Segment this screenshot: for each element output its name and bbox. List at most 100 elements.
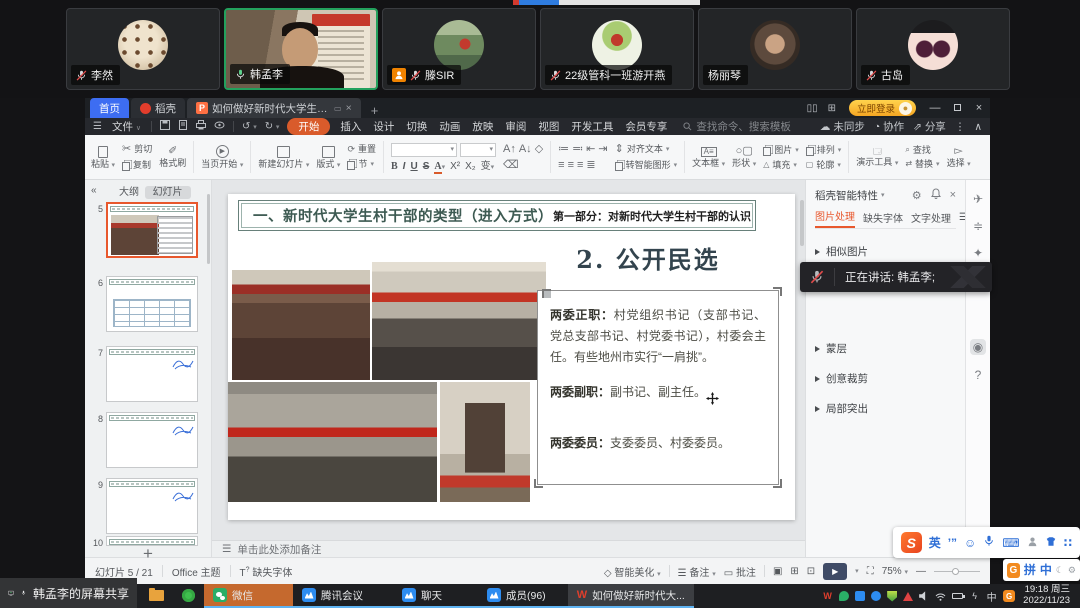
align-center-icon[interactable]: ≡	[568, 160, 574, 171]
taskbar-tencent-meeting[interactable]: 腾讯会议	[293, 584, 393, 608]
reading-view-icon[interactable]: ⊡	[807, 566, 815, 577]
slide-thumb-9[interactable]: 9	[89, 478, 198, 534]
play-slideshow-button[interactable]: ▶	[823, 563, 847, 580]
g-logo-icon[interactable]: G	[1007, 563, 1020, 578]
grid-view-icon[interactable]: ⊞	[828, 103, 836, 114]
textbox-button[interactable]: A≡文本框 ▾	[692, 147, 725, 168]
underline-button[interactable]: U	[410, 162, 417, 172]
slide-thumb-6[interactable]: 6	[89, 276, 198, 332]
menu-design[interactable]: 设计	[371, 119, 396, 134]
slide-photo-building-gathering[interactable]	[228, 382, 437, 502]
play-from-current-button[interactable]: ▶当页开始 ▾	[201, 145, 243, 169]
sync-status[interactable]: ☁ 未同步	[820, 119, 865, 134]
comments-button[interactable]: ▭ 批注	[724, 564, 756, 579]
missing-font-indicator[interactable]: T? 缺失字体	[240, 564, 293, 579]
tray-shield-icon[interactable]	[887, 591, 897, 602]
font-color-button[interactable]: A▾	[434, 162, 445, 172]
export-icon[interactable]	[178, 120, 188, 133]
video-tile-liran[interactable]: 李然	[66, 8, 220, 90]
restore-button[interactable]	[946, 102, 968, 114]
arrange-button[interactable]: 排列 ▾	[806, 145, 842, 156]
video-tile-tengsir[interactable]: 滕SIR	[382, 8, 536, 90]
preview-icon[interactable]	[214, 120, 225, 133]
zoom-level[interactable]: 75% ▾	[882, 566, 908, 577]
emoji-icon[interactable]: ☺	[964, 537, 976, 549]
command-search-box[interactable]: 查找命令、搜索模板	[683, 119, 791, 134]
play-options-caret[interactable]: ▾	[855, 567, 859, 575]
hamburger-icon[interactable]: ☰	[93, 121, 102, 132]
tab-text-processing[interactable]: 文字处理	[911, 210, 951, 225]
menu-slideshow[interactable]: 放映	[470, 119, 495, 134]
sogou-logo-icon[interactable]: S	[901, 532, 922, 553]
gear-icon[interactable]: ⚙	[912, 189, 922, 202]
outdent-icon[interactable]: ⇥	[598, 144, 607, 155]
share-button[interactable]: ⇗ 分享	[913, 119, 946, 134]
tab-outline[interactable]: 大纲	[119, 187, 139, 198]
to-smartart-button[interactable]: 转智能图形 ▾	[615, 160, 678, 171]
toolbox-icon[interactable]: ∷	[1064, 537, 1072, 549]
indent-icon[interactable]: ⇤	[586, 144, 595, 155]
cut-button[interactable]: ✂剪切	[122, 144, 152, 155]
collab-button[interactable]: ◔ 协作	[874, 119, 904, 134]
superscript-button[interactable]: X²	[450, 162, 460, 172]
paste-button[interactable]: 粘贴 ▾	[91, 146, 115, 169]
present-tools-button[interactable]: 🗔演示工具 ▾	[856, 148, 898, 167]
tab-home[interactable]: 首页	[90, 98, 129, 118]
replace-button[interactable]: ⇄替换 ▾	[905, 160, 939, 169]
notes-bar[interactable]: ☰ 单击此处添加备注	[212, 540, 805, 557]
slide-thumb-8[interactable]: 8	[89, 412, 198, 468]
collapse-panel-icon[interactable]: «	[91, 185, 97, 196]
reset-button[interactable]: ⟳重置	[347, 145, 376, 154]
clear-format-icon[interactable]: ⌫	[503, 160, 519, 171]
zoom-out-button[interactable]: —	[916, 566, 926, 577]
menu-member[interactable]: 会员专享	[623, 119, 669, 134]
outline-button[interactable]: ▢轮廓 ▾	[806, 161, 842, 170]
align-right-icon[interactable]: ≡	[577, 160, 583, 171]
video-tile-yangliqin[interactable]: 杨丽琴	[698, 8, 852, 90]
taskbar-wechat[interactable]: 微信	[204, 584, 293, 608]
screen-share-banner[interactable]: 韩孟李的屏幕共享	[0, 578, 137, 608]
punctuation-icon[interactable]: ’”	[948, 537, 957, 549]
slide-thumb-5[interactable]: 5	[89, 202, 198, 258]
align-text-button[interactable]: ⇕对齐文本 ▾	[615, 144, 678, 155]
shapes-button[interactable]: ○▢形状 ▾	[732, 146, 756, 168]
video-tile-hanmengli[interactable]: 韩孟李	[224, 8, 378, 90]
normal-view-icon[interactable]: ▣	[773, 566, 782, 577]
add-slide-button[interactable]: +	[85, 544, 211, 564]
taskbar-wps-document[interactable]: W 如何做好新时代大...	[568, 584, 694, 608]
numbered-list-icon[interactable]: ≕	[572, 144, 583, 155]
tray-hook-icon[interactable]: ϟ	[969, 591, 980, 601]
sparkle-icon[interactable]: ✦	[973, 246, 983, 260]
tools-icon[interactable]: ⚙	[1068, 566, 1076, 575]
minimize-button[interactable]: —	[924, 102, 946, 114]
moon-icon[interactable]: ☾	[1056, 566, 1064, 575]
fit-slide-icon[interactable]: ⛶	[867, 566, 874, 577]
tray-ime-zhong-icon[interactable]: 中	[986, 589, 997, 604]
slide[interactable]: 一、新时代大学生村干部的类型（进入方式） 第一部分：对新时代大学生村干部的认识 …	[228, 194, 795, 520]
menu-view[interactable]: 视图	[536, 119, 561, 134]
panel-item-mask[interactable]: 蒙层	[815, 341, 956, 356]
taskbar-clock[interactable]: 19:18 周三 2022/11/23	[1019, 584, 1080, 608]
select-button[interactable]: ▻选择 ▾	[947, 146, 971, 168]
justify-icon[interactable]: ≣	[586, 160, 595, 171]
taskbar-chat[interactable]: 聊天	[393, 584, 478, 608]
tab-slides[interactable]: 幻灯片	[145, 186, 191, 199]
text-effect-button[interactable]: 变▾	[481, 162, 495, 172]
canvas-scrollbar[interactable]	[800, 200, 804, 246]
tab-docer[interactable]: 稻壳	[131, 98, 185, 118]
new-tab-button[interactable]: +	[361, 103, 389, 118]
rocket-icon[interactable]: ✈	[973, 192, 983, 206]
video-tile-youkaiyan[interactable]: 22级管科一班游开燕	[540, 8, 694, 90]
panel-item-similar-images[interactable]: 相似图片	[815, 244, 956, 259]
strike-button[interactable]: S	[423, 162, 430, 172]
tab-document[interactable]: P 如何做好新时代大学生村干部 ▭ ×	[187, 98, 361, 118]
panel-item-local-highlight[interactable]: 局部突出	[815, 401, 956, 416]
panel-item-creative-crop[interactable]: 创意裁剪	[815, 371, 956, 386]
collapse-ribbon-icon[interactable]: ∧	[974, 121, 982, 133]
taskbar-members[interactable]: 成员(96)	[478, 584, 568, 608]
tab-missing-fonts[interactable]: 缺失字体	[863, 210, 903, 225]
menu-transition[interactable]: 切换	[404, 119, 429, 134]
tray-meeting-icon[interactable]	[855, 591, 865, 601]
thumbnail-scrollbar[interactable]	[207, 194, 210, 264]
layout-button[interactable]: 版式 ▾	[316, 146, 340, 169]
